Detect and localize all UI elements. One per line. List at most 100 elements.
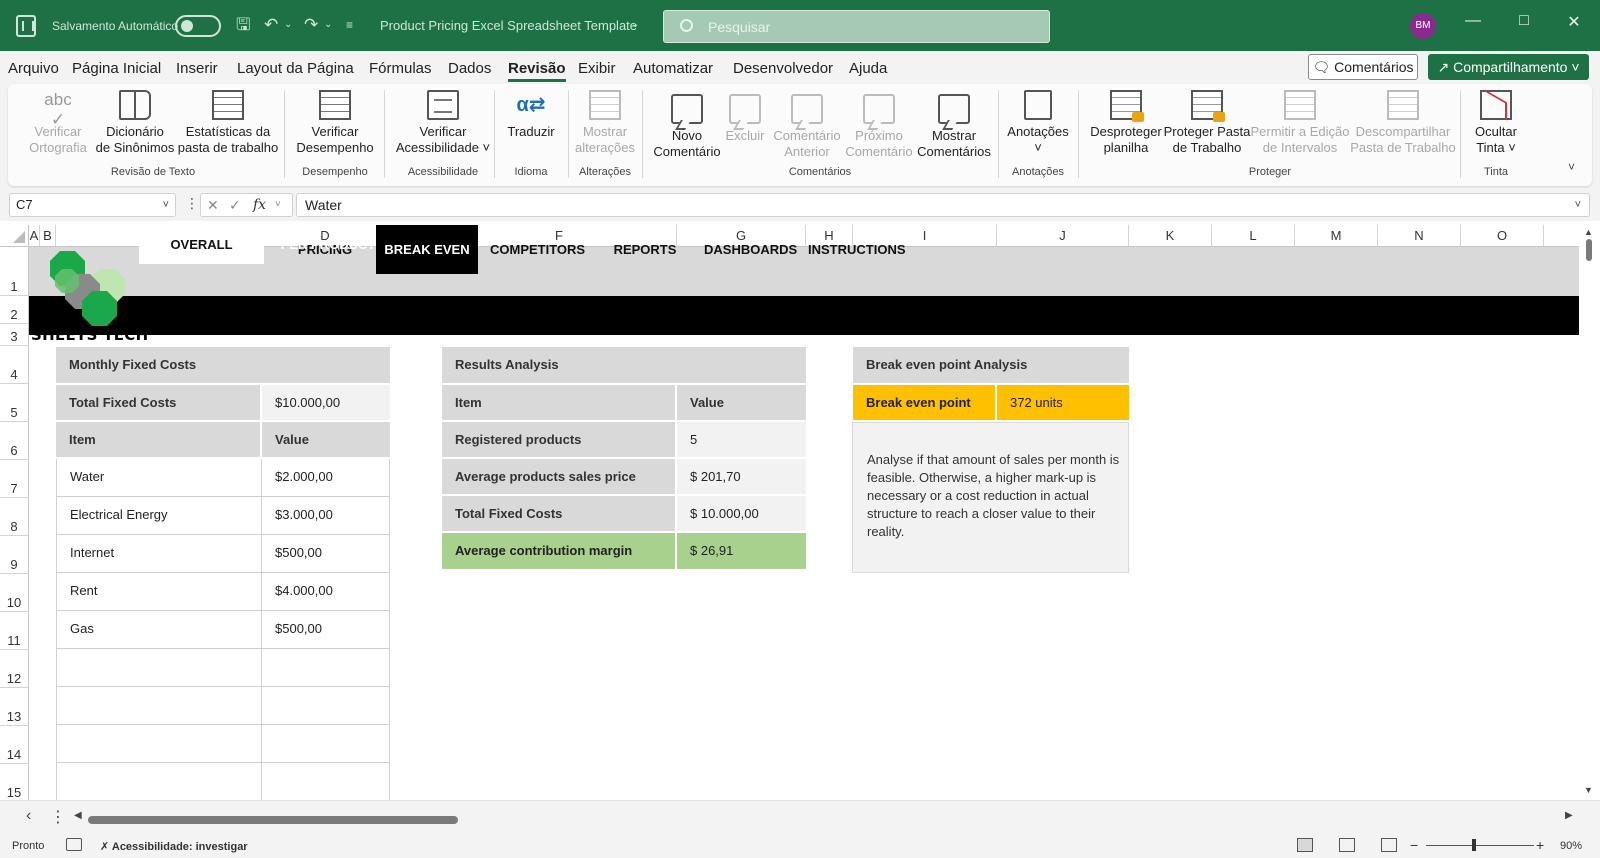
row-header-14[interactable]: 14 xyxy=(0,726,29,764)
menu-inserir[interactable]: Inserir xyxy=(176,60,218,77)
fixed-cost-value[interactable]: $4.000,00 xyxy=(262,573,390,611)
results-row-label[interactable]: Average products sales price xyxy=(442,459,675,494)
fixed-cost-empty-cell[interactable] xyxy=(262,687,390,725)
redo-dropdown-icon[interactable]: ⌄ xyxy=(324,14,332,36)
fixed-cost-value[interactable]: $500,00 xyxy=(262,611,390,649)
column-header-b[interactable]: B xyxy=(40,225,56,247)
break-even-note[interactable]: Analyse if that amount of sales per mont… xyxy=(852,422,1129,573)
sub-tab-overall[interactable]: OVERALL xyxy=(139,225,264,264)
results-row-label[interactable]: Registered products xyxy=(442,422,675,457)
break-even-point-value[interactable]: 372 units xyxy=(997,385,1129,420)
customize-toolbar-icon[interactable]: ≡ xyxy=(346,14,353,36)
row-header-7[interactable]: 7 xyxy=(0,460,29,498)
fixed-cost-value[interactable]: $2.000,00 xyxy=(262,459,390,497)
fixed-cost-empty-cell[interactable] xyxy=(56,649,262,687)
average-contribution-margin-value[interactable]: $ 26,91 xyxy=(677,533,806,569)
horizontal-scrollbar[interactable] xyxy=(76,816,1564,824)
avatar[interactable]: BM xyxy=(1410,13,1436,39)
menu-desenvolvedor[interactable]: Desenvolvedor xyxy=(733,60,833,77)
allow-edit-ranges-button[interactable]: Permitir a Edição de Intervalos xyxy=(1248,90,1352,156)
break-even-title[interactable]: Break even point Analysis xyxy=(853,347,1129,383)
fixed-cost-empty-cell[interactable] xyxy=(262,763,390,800)
nav-tab-reports[interactable]: REPORTS xyxy=(610,225,680,274)
row-header-5[interactable]: 5 xyxy=(0,384,29,422)
protect-workbook-button[interactable]: Proteger Pasta de Trabalho xyxy=(1162,90,1252,156)
total-fixed-costs-value[interactable]: $10.000,00 xyxy=(262,385,390,420)
zoom-level[interactable]: 90% xyxy=(1560,840,1582,852)
share-button[interactable]: ↗ Compartilhamento ˅ xyxy=(1428,54,1589,80)
expand-formula-bar-icon[interactable]: ˅ xyxy=(1575,194,1581,216)
fixed-cost-item[interactable]: Internet xyxy=(56,535,262,573)
fixed-cost-item[interactable]: Gas xyxy=(56,611,262,649)
delete-comment-button[interactable]: Excluir xyxy=(720,90,770,144)
sheet-options-icon[interactable]: ⋮ xyxy=(50,807,66,827)
check-performance-button[interactable]: Verificar Desempenho xyxy=(290,90,380,156)
redo-icon[interactable]: ↷ xyxy=(304,14,318,36)
total-fixed-costs-label[interactable]: Total Fixed Costs xyxy=(56,385,260,420)
document-title[interactable]: Product Pricing Excel Spreadsheet Templa… xyxy=(380,18,637,33)
row-header-4[interactable]: 4 xyxy=(0,346,29,384)
show-changes-button[interactable]: Mostrar alterações xyxy=(570,90,640,156)
ribbon-collapse-icon[interactable]: ˅ xyxy=(1568,160,1575,174)
row-header-3[interactable]: 3 xyxy=(0,324,29,346)
zoom-slider[interactable] xyxy=(1426,845,1534,846)
next-comment-button[interactable]: Próximo Comentário xyxy=(840,90,918,160)
previous-sheet-icon[interactable]: ‹ xyxy=(26,807,31,825)
accessibility-status[interactable]: ✗ Acessibilidade: investigar xyxy=(100,840,248,853)
menu-revisao[interactable]: Revisão xyxy=(508,60,566,82)
fixed-cost-item[interactable]: Rent xyxy=(56,573,262,611)
row-header-8[interactable]: 8 xyxy=(0,498,29,536)
translate-button[interactable]: α⇄ Traduzir xyxy=(498,90,564,140)
menu-arquivo[interactable]: Arquivo xyxy=(8,60,59,77)
column-header-j[interactable]: J xyxy=(997,225,1129,247)
break-even-point-label[interactable]: Break even point xyxy=(853,385,995,420)
maximize-icon[interactable]: □ xyxy=(1509,12,1539,30)
nav-tab-competitors[interactable]: COMPETITORS xyxy=(490,225,585,274)
unprotect-sheet-button[interactable]: Desproteger planilha xyxy=(1082,90,1170,156)
normal-view-icon[interactable] xyxy=(1297,838,1313,852)
fixed-cost-item[interactable]: Water xyxy=(56,459,262,497)
results-row-value[interactable]: 5 xyxy=(677,422,806,457)
results-row-value[interactable]: $ 201,70 xyxy=(677,459,806,494)
workbook-statistics-button[interactable]: Estatísticas da pasta de trabalho xyxy=(171,90,285,156)
row-header-10[interactable]: 10 xyxy=(0,574,29,612)
new-comment-button[interactable]: Novo Comentário xyxy=(646,90,728,160)
show-comments-button[interactable]: Mostrar Comentários xyxy=(914,90,994,160)
search-box[interactable]: Pesquisar xyxy=(663,10,1050,43)
fixed-cost-value[interactable]: $500,00 xyxy=(262,535,390,573)
unshare-workbook-button[interactable]: Descompartilhar Pasta de Trabalho xyxy=(1348,90,1458,156)
row-header-12[interactable]: 12 xyxy=(0,650,29,688)
row-header-6[interactable]: 6 xyxy=(0,422,29,460)
average-contribution-margin-label[interactable]: Average contribution margin xyxy=(442,533,675,569)
undo-icon[interactable]: ↶ xyxy=(264,14,278,36)
results-value-header[interactable]: Value xyxy=(677,385,806,420)
thesaurus-button[interactable]: Dicionário de Sinônimos xyxy=(88,90,182,156)
menu-automatizar[interactable]: Automatizar xyxy=(633,60,713,77)
nav-tab-instructions[interactable]: INSTRUCTIONS xyxy=(808,225,906,274)
fixed-cost-empty-cell[interactable] xyxy=(56,725,262,763)
column-header-l[interactable]: L xyxy=(1212,225,1295,247)
row-header-13[interactable]: 13 xyxy=(0,688,29,726)
cancel-icon[interactable]: ✕ xyxy=(207,194,219,216)
minimize-icon[interactable]: — xyxy=(1458,12,1488,30)
scroll-up-icon[interactable]: ▲ xyxy=(1584,227,1593,237)
results-item-header[interactable]: Item xyxy=(442,385,675,420)
nav-tab-dashboards[interactable]: DASHBOARDS xyxy=(704,225,797,274)
menu-exibir[interactable]: Exibir xyxy=(578,60,616,77)
title-dropdown-icon[interactable]: ⌄ xyxy=(631,14,639,36)
name-box[interactable]: C7 ˅ xyxy=(9,193,176,217)
fixed-costs-value-header[interactable]: Value xyxy=(262,422,390,457)
hide-ink-button[interactable]: Ocultar Tinta ˅ xyxy=(1466,90,1526,156)
zoom-slider-handle[interactable] xyxy=(1472,839,1476,851)
formula-input[interactable]: Water ˅ xyxy=(296,193,1590,217)
column-header-m[interactable]: M xyxy=(1295,225,1378,247)
results-row-label[interactable]: Total Fixed Costs xyxy=(442,496,675,531)
zoom-out-icon[interactable]: − xyxy=(1410,837,1418,853)
name-box-dropdown-icon[interactable]: ˅ xyxy=(163,194,169,216)
autosave-toggle[interactable] xyxy=(175,15,221,37)
scroll-right-icon[interactable]: ▶ xyxy=(1565,810,1573,821)
page-layout-view-icon[interactable] xyxy=(1339,838,1355,852)
select-all-corner[interactable] xyxy=(0,225,29,247)
enter-icon[interactable]: ✓ xyxy=(229,194,241,216)
fixed-costs-title[interactable]: Monthly Fixed Costs xyxy=(56,347,390,383)
